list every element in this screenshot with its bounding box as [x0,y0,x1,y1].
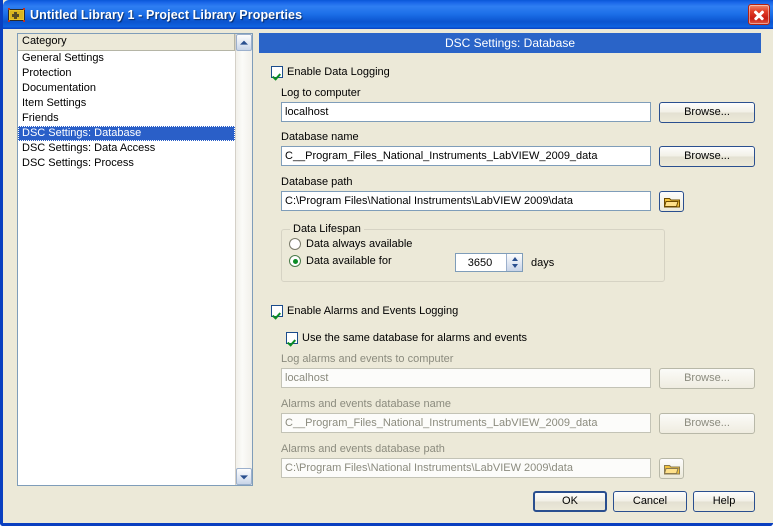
sidebar-item-documentation[interactable]: Documentation [18,81,235,96]
enable-alarms-logging-checkbox[interactable] [271,305,283,317]
properties-window: Untitled Library 1 - Project Library Pro… [0,0,773,526]
data-always-available-label: Data always available [306,238,413,250]
help-button[interactable]: Help [693,491,755,512]
alarms-database-name-label: Alarms and events database name [281,398,451,410]
labview-library-icon [8,7,25,23]
close-icon[interactable] [748,4,770,25]
data-available-for-label: Data available for [306,255,392,267]
enable-data-logging-label: Enable Data Logging [287,66,390,78]
chevron-down-icon[interactable] [236,468,252,485]
data-always-available-radio[interactable] [289,238,301,250]
sidebar-item-protection[interactable]: Protection [18,66,235,81]
page-title: DSC Settings: Database [259,33,761,53]
alarms-log-to-computer-label: Log alarms and events to computer [281,353,454,365]
window-title: Untitled Library 1 - Project Library Pro… [30,7,303,22]
alarms-log-to-computer-browse-button: Browse... [659,368,755,389]
stepper-buttons[interactable] [506,254,522,271]
spinner-down-icon[interactable] [511,264,518,268]
data-available-for-row[interactable]: Data available for [289,255,392,267]
title-bar: Untitled Library 1 - Project Library Pro… [3,0,773,29]
category-list-header: Category [18,34,235,51]
chevron-up-icon[interactable] [236,34,252,51]
sidebar-item-general-settings[interactable]: General Settings [18,51,235,66]
data-lifespan-title: Data Lifespan [290,223,364,235]
sidebar-item-dsc-settings-data-access[interactable]: DSC Settings: Data Access [18,141,235,156]
enable-alarms-logging-label: Enable Alarms and Events Logging [287,305,459,317]
data-available-for-radio[interactable] [289,255,301,267]
client-area: Category General Settings Protection Doc… [6,29,773,523]
database-name-browse-button[interactable]: Browse... [659,146,755,167]
enable-alarms-logging-row[interactable]: Enable Alarms and Events Logging [271,305,458,317]
database-name-input[interactable]: C__Program_Files_National_Instruments_La… [281,146,651,166]
alarms-database-path-label: Alarms and events database path [281,443,445,455]
category-scrollbar[interactable] [235,34,252,485]
dialog-footer: OK Cancel Help [6,491,773,519]
alarms-log-to-computer-input: localhost [281,368,651,388]
data-always-available-row[interactable]: Data always available [289,238,412,250]
sidebar-item-item-settings[interactable]: Item Settings [18,96,235,111]
log-to-computer-input[interactable]: localhost [281,102,651,122]
category-panel: Category General Settings Protection Doc… [17,33,253,486]
sidebar-item-dsc-settings-database[interactable]: DSC Settings: Database [18,126,235,141]
sidebar-item-friends[interactable]: Friends [18,111,235,126]
sidebar-item-dsc-settings-process[interactable]: DSC Settings: Process [18,156,235,171]
scrollbar-track[interactable] [236,51,252,468]
use-same-database-checkbox[interactable] [286,332,298,344]
database-path-label: Database path [281,176,353,188]
data-lifespan-days-stepper[interactable]: 3650 [455,253,523,272]
ok-button[interactable]: OK [533,491,607,512]
log-to-computer-browse-button[interactable]: Browse... [659,102,755,123]
enable-data-logging-checkbox[interactable] [271,66,283,78]
use-same-database-label: Use the same database for alarms and eve… [302,332,528,344]
database-path-folder-icon[interactable] [659,191,684,212]
settings-pane: DSC Settings: Database Enable Data Loggi… [259,33,761,486]
alarms-database-name-browse-button: Browse... [659,413,755,434]
database-name-label: Database name [281,131,359,143]
alarms-database-path-input: C:\Program Files\National Instruments\La… [281,458,651,478]
alarms-database-name-input: C__Program_Files_National_Instruments_La… [281,413,651,433]
data-lifespan-days-value[interactable]: 3650 [456,257,506,269]
spinner-up-icon[interactable] [511,257,518,261]
alarms-database-path-folder-icon [659,458,684,479]
category-list[interactable]: Category General Settings Protection Doc… [18,34,235,485]
log-to-computer-label: Log to computer [281,87,361,99]
cancel-button[interactable]: Cancel [613,491,687,512]
data-lifespan-days-units: days [531,257,555,269]
use-same-database-row[interactable]: Use the same database for alarms and eve… [286,332,527,344]
database-path-input[interactable]: C:\Program Files\National Instruments\La… [281,191,651,211]
enable-data-logging-row[interactable]: Enable Data Logging [271,66,390,78]
